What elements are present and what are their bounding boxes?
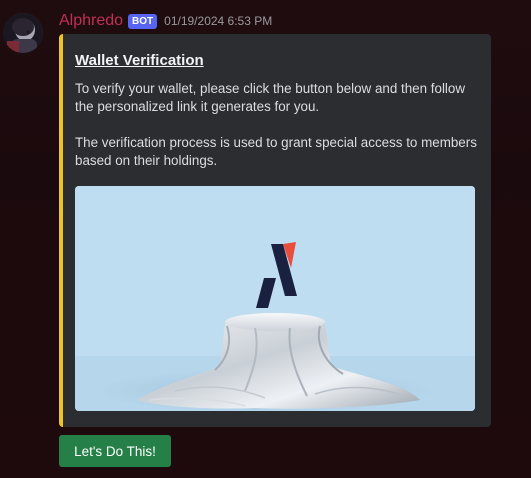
bot-badge: BOT xyxy=(128,13,158,29)
message-embed: Wallet Verification To verify your walle… xyxy=(59,34,491,427)
embed-image[interactable] xyxy=(75,186,475,411)
message-timestamp: 01/19/2024 6:53 PM xyxy=(164,14,273,28)
message-header: Alphredo BOT 01/19/2024 6:53 PM xyxy=(59,11,272,31)
lets-do-this-button[interactable]: Let's Do This! xyxy=(59,435,171,467)
logo-on-pedestal-illustration xyxy=(75,186,475,411)
embed-description-paragraph: The verification process is used to gran… xyxy=(75,135,477,168)
author-username[interactable]: Alphredo xyxy=(59,12,123,30)
avatar-portrait-icon xyxy=(3,13,43,53)
embed-description: To verify your wallet, please click the … xyxy=(75,80,480,170)
user-avatar[interactable] xyxy=(3,13,43,53)
embed-description-paragraph: To verify your wallet, please click the … xyxy=(75,81,466,114)
embed-title[interactable]: Wallet Verification xyxy=(75,52,204,69)
